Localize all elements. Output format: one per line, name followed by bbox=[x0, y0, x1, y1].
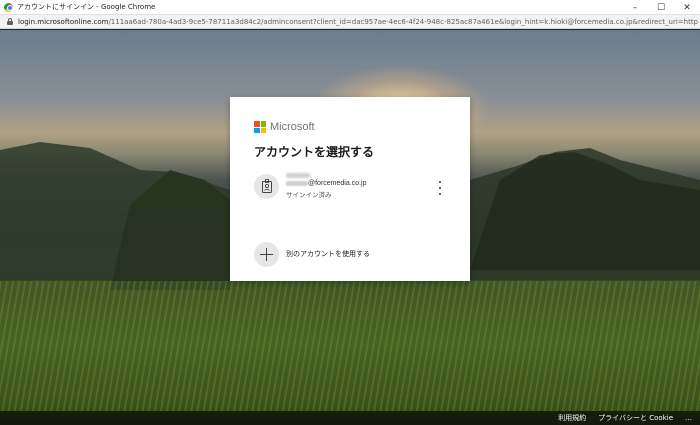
use-another-account-button[interactable]: 別のアカウントを使用する bbox=[254, 241, 446, 267]
lock-icon[interactable] bbox=[6, 18, 13, 25]
close-button[interactable]: ✕ bbox=[674, 0, 700, 15]
url-host: login.microsoftonline.com bbox=[18, 17, 109, 26]
terms-link[interactable]: 利用規約 bbox=[558, 413, 586, 423]
window-controls: – ☐ ✕ bbox=[622, 0, 700, 15]
url-path: /111aa6ad-780a-4ad3-9ce5-78711a3d84c2/ad… bbox=[108, 17, 698, 26]
logo-square bbox=[254, 127, 260, 133]
privacy-cookie-link[interactable]: プライバシーと Cookie bbox=[598, 413, 673, 423]
microsoft-brand-text: Microsoft bbox=[270, 121, 315, 133]
logo-square bbox=[260, 121, 266, 127]
logo-square bbox=[254, 121, 260, 127]
microsoft-logo: Microsoft bbox=[254, 121, 315, 133]
url-text[interactable]: login.microsoftonline.com/111aa6ad-780a-… bbox=[18, 18, 698, 26]
chrome-logo-icon bbox=[4, 2, 13, 12]
microsoft-logo-icon bbox=[254, 121, 266, 133]
grass-foreground bbox=[0, 281, 700, 411]
email-user-redacted bbox=[286, 181, 308, 186]
use-another-account-label: 別のアカウントを使用する bbox=[286, 250, 370, 258]
account-name-redacted bbox=[286, 173, 310, 178]
logo-square bbox=[260, 127, 266, 133]
email-domain: @forcemedia.co.jp bbox=[308, 180, 367, 187]
plus-icon bbox=[254, 241, 279, 267]
footer-more-button[interactable]: … bbox=[685, 414, 692, 422]
page-footer: 利用規約 プライバシーと Cookie … bbox=[0, 411, 700, 425]
account-email: @forcemedia.co.jp bbox=[286, 180, 366, 187]
maximize-button[interactable]: ☐ bbox=[648, 0, 674, 15]
account-status: サインイン済み bbox=[286, 191, 332, 199]
more-vertical-icon[interactable] bbox=[436, 181, 444, 195]
page-title: アカウントを選択する bbox=[254, 145, 375, 159]
window-title: アカウントにサインイン - Google Chrome bbox=[17, 3, 156, 11]
account-details: @forcemedia.co.jp サインイン済み bbox=[286, 173, 366, 199]
account-tile[interactable]: @forcemedia.co.jp サインイン済み bbox=[254, 171, 446, 201]
window-title-bar: アカウントにサインイン - Google Chrome – ☐ ✕ bbox=[0, 0, 700, 15]
badge-person-icon bbox=[254, 173, 279, 199]
minimize-button[interactable]: – bbox=[622, 0, 648, 15]
address-bar[interactable]: login.microsoftonline.com/111aa6ad-780a-… bbox=[0, 15, 700, 29]
sign-in-card: Microsoft アカウントを選択する @forcemedia.co.jp サ… bbox=[230, 97, 470, 281]
